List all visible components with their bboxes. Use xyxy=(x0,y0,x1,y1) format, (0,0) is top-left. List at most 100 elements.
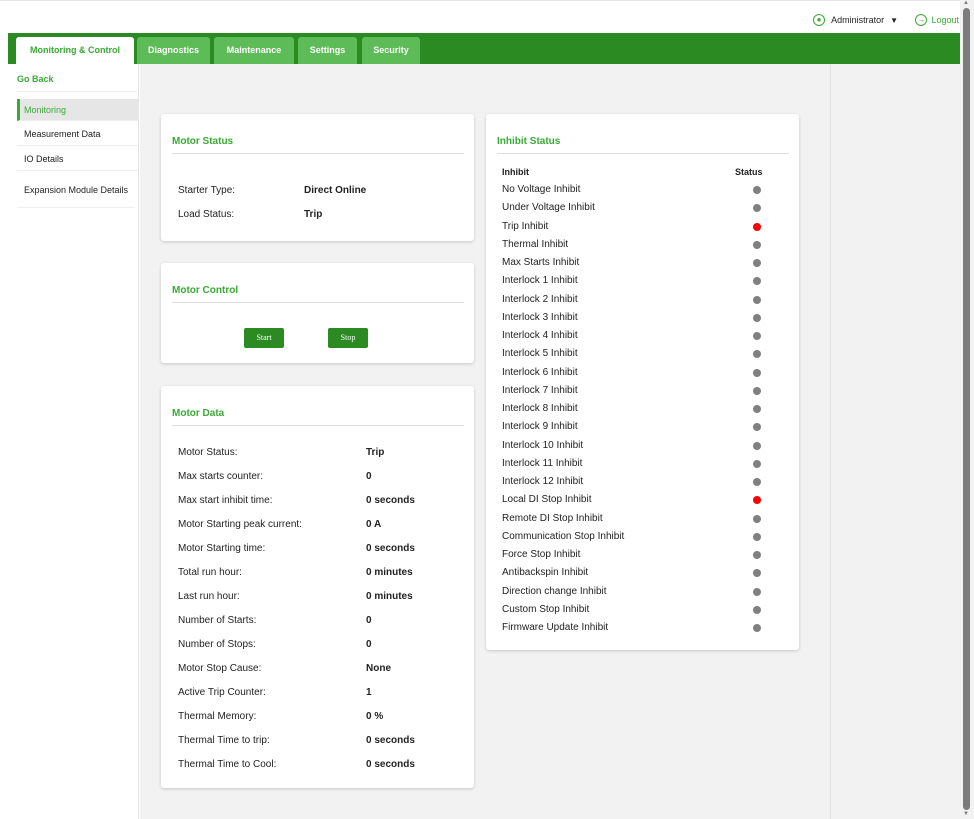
start-button[interactable]: Start xyxy=(244,328,284,348)
inhibit-name: Interlock 1 Inhibit xyxy=(502,275,578,287)
status-indicator-icon xyxy=(753,496,761,505)
motor-data-label: Max start inhibit time: xyxy=(178,495,273,506)
inhibit-name: Interlock 6 Inhibit xyxy=(502,366,578,378)
inhibit-status-card: Inhibit Status Inhibit Status No Voltage… xyxy=(486,114,799,650)
status-indicator-icon xyxy=(753,277,761,286)
tab-security[interactable]: Security xyxy=(362,37,420,64)
motor-data-value: 0 xyxy=(366,615,372,626)
sidebar: Go Back Monitoring Measurement Data IO D… xyxy=(8,64,139,819)
divider xyxy=(17,91,137,92)
inhibit-name: Interlock 10 Inhibit xyxy=(502,439,584,451)
page-scrollbar[interactable]: ▲ ▼ xyxy=(960,0,974,819)
motor-data-label: Motor Status: xyxy=(178,447,238,458)
motor-data-card: Motor Data Motor Status: Trip Max starts c… xyxy=(161,386,474,788)
go-back-link[interactable]: Go Back xyxy=(17,74,54,84)
inhibit-name: Local DI Stop Inhibit xyxy=(502,494,592,506)
top-bar: ● Administrator ▼ → Logout xyxy=(0,0,960,32)
inhibit-name: Max Starts Inhibit xyxy=(502,257,580,268)
inhibit-name: Direction change Inhibit xyxy=(502,585,607,597)
inhibit-name: Interlock 9 Inhibit xyxy=(502,421,578,433)
status-indicator-icon xyxy=(753,332,761,340)
inhibit-name: Force Stop Inhibit xyxy=(502,549,581,560)
motor-data-value: 0 xyxy=(366,471,372,482)
status-indicator-icon xyxy=(753,368,761,377)
scroll-down-icon[interactable]: ▼ xyxy=(963,811,969,817)
sidebar-item-io-details[interactable]: IO Details xyxy=(17,147,138,171)
inhibit-name: Interlock 7 Inhibit xyxy=(502,384,578,396)
status-column-header: Status xyxy=(735,167,763,177)
motor-data-value: Trip xyxy=(366,447,385,458)
motor-data-title: Motor Data xyxy=(172,408,225,419)
caret-down-icon: ▼ xyxy=(890,15,898,25)
motor-data-value: 0 seconds xyxy=(366,495,415,506)
tab-maintenance[interactable]: Maintenance xyxy=(214,37,294,64)
status-indicator-icon xyxy=(753,405,761,413)
status-indicator-icon xyxy=(753,222,761,231)
status-indicator-icon xyxy=(753,386,761,395)
user-icon: ● xyxy=(813,14,826,26)
inhibit-name: No Voltage Inhibit xyxy=(502,184,581,195)
motor-data-label: Motor Starting time: xyxy=(178,543,266,554)
motor-data-label: Number of Starts: xyxy=(178,615,257,626)
status-indicator-icon xyxy=(753,624,761,632)
inhibit-name: Interlock 3 Inhibit xyxy=(502,311,578,323)
status-indicator-icon xyxy=(753,186,761,194)
status-indicator-icon xyxy=(753,569,761,578)
inhibit-name: Interlock 12 Inhibit xyxy=(502,476,584,487)
starter-type-label: Starter Type: xyxy=(178,185,236,196)
motor-data-label: Active Trip Counter: xyxy=(178,687,266,698)
status-indicator-icon xyxy=(753,313,761,322)
logout-link[interactable]: → Logout xyxy=(915,14,959,26)
main-tab-bar: Monitoring & Control Diagnostics Mainten… xyxy=(8,33,960,64)
tab-diagnostics[interactable]: Diagnostics xyxy=(137,37,210,64)
inhibit-name: Interlock 8 Inhibit xyxy=(502,403,578,414)
divider xyxy=(172,425,464,426)
status-indicator-icon xyxy=(753,514,761,523)
motor-data-value: 1 xyxy=(366,687,372,698)
divider xyxy=(497,153,789,154)
motor-data-label: Motor Starting peak current: xyxy=(178,519,302,530)
right-panel xyxy=(830,64,960,819)
motor-control-title: Motor Control xyxy=(172,285,239,296)
motor-data-label: Motor Stop Cause: xyxy=(178,663,262,674)
inhibit-name: Trip Inhibit xyxy=(502,220,549,232)
motor-status-card: Motor Status Starter Type: Direct Online… xyxy=(161,114,474,241)
tab-settings[interactable]: Settings xyxy=(298,37,357,64)
motor-data-value: 0 seconds xyxy=(366,543,415,554)
sidebar-item-expansion-module-details[interactable]: Expansion Module Details xyxy=(17,172,135,208)
sidebar-item-monitoring[interactable]: Monitoring xyxy=(17,99,138,121)
status-indicator-icon xyxy=(753,259,761,267)
inhibit-name: Interlock 11 Inhibit xyxy=(502,457,583,469)
main-content: Motor Status Starter Type: Direct Online… xyxy=(140,64,830,819)
motor-data-label: Thermal Time to trip: xyxy=(178,735,270,746)
stop-button[interactable]: Stop xyxy=(328,328,368,348)
scroll-up-icon[interactable]: ▲ xyxy=(963,0,969,6)
logout-icon: → xyxy=(915,14,928,26)
motor-data-label: Thermal Memory: xyxy=(178,711,257,722)
motor-control-card: Motor Control Start Stop xyxy=(161,263,474,363)
inhibit-name: Interlock 2 Inhibit xyxy=(502,293,578,305)
user-menu[interactable]: ● Administrator ▼ xyxy=(813,14,898,26)
inhibit-name: Communication Stop Inhibit xyxy=(502,530,625,542)
status-indicator-icon xyxy=(753,240,761,249)
motor-data-label: Max starts counter: xyxy=(178,471,264,482)
motor-data-value: 0 A xyxy=(366,519,382,530)
motor-data-value: 0 minutes xyxy=(366,591,413,602)
status-indicator-icon xyxy=(753,295,761,304)
load-status-label: Load Status: xyxy=(178,209,235,220)
motor-data-value: 0 seconds xyxy=(366,759,415,770)
motor-data-label: Number of Stops: xyxy=(178,639,256,650)
motor-data-label: Last run hour: xyxy=(178,591,240,602)
scroll-thumb[interactable] xyxy=(963,8,970,810)
inhibit-name: Remote DI Stop Inhibit xyxy=(502,512,603,524)
tab-monitoring-control[interactable]: Monitoring & Control xyxy=(16,37,134,64)
motor-status-title: Motor Status xyxy=(172,136,234,147)
status-indicator-icon xyxy=(753,459,761,468)
starter-type-value: Direct Online xyxy=(304,185,367,196)
status-indicator-icon xyxy=(753,587,761,596)
status-indicator-icon xyxy=(753,350,761,359)
status-indicator-icon xyxy=(753,551,761,559)
inhibit-name: Interlock 4 Inhibit xyxy=(502,330,578,341)
sidebar-item-measurement-data[interactable]: Measurement Data xyxy=(17,122,138,146)
motor-data-value: None xyxy=(366,663,391,674)
